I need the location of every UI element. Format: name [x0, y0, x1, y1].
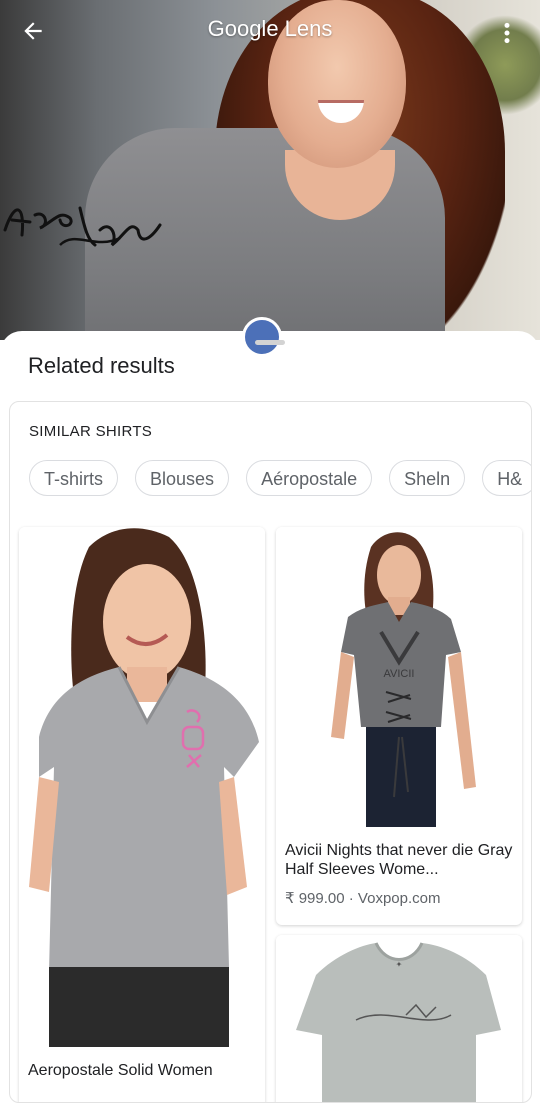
chip-hm[interactable]: H&: [482, 460, 531, 496]
product-card[interactable]: Aeropostale Solid Women: [19, 527, 265, 1102]
app-title: Google Lens: [207, 16, 333, 41]
product-title: Aeropostale Solid Women: [28, 1062, 213, 1079]
product-card[interactable]: ✦: [276, 935, 522, 1102]
product-image: AVICII: [276, 527, 522, 827]
sheet-drag-handle[interactable]: [255, 340, 285, 345]
product-card[interactable]: AVICII Avicii Nights that never die Gray…: [276, 527, 522, 925]
product-price-source: ₹ 999.00 · Voxpop.com: [285, 890, 441, 907]
chip-aeropostale[interactable]: Aéropostale: [246, 460, 373, 496]
section-label: SIMILAR SHIRTS: [29, 423, 153, 440]
selection-point-indicator[interactable]: [242, 317, 282, 357]
chip-shein[interactable]: Sheln: [389, 460, 466, 496]
chip-row: T-shirts Blouses Aéropostale Sheln H&: [29, 460, 531, 496]
signature-image: [3, 206, 162, 247]
more-options-icon[interactable]: [500, 20, 514, 51]
hero-photo[interactable]: [0, 0, 540, 340]
svg-text:✦: ✦: [396, 960, 403, 969]
similar-shirts-card: SIMILAR SHIRTS T-shirts Blouses Aéropostal…: [9, 401, 532, 1103]
sheet-title: Related results: [28, 353, 175, 378]
chip-blouses[interactable]: Blouses: [135, 460, 230, 496]
product-image: ✦: [276, 935, 522, 1102]
product-title: Avicii Nights that never die Gray Half S…: [285, 842, 513, 878]
chip-t-shirts[interactable]: T-shirts: [29, 460, 119, 496]
product-image: [19, 527, 265, 1047]
shirt-print-text: AVICII: [384, 668, 415, 680]
